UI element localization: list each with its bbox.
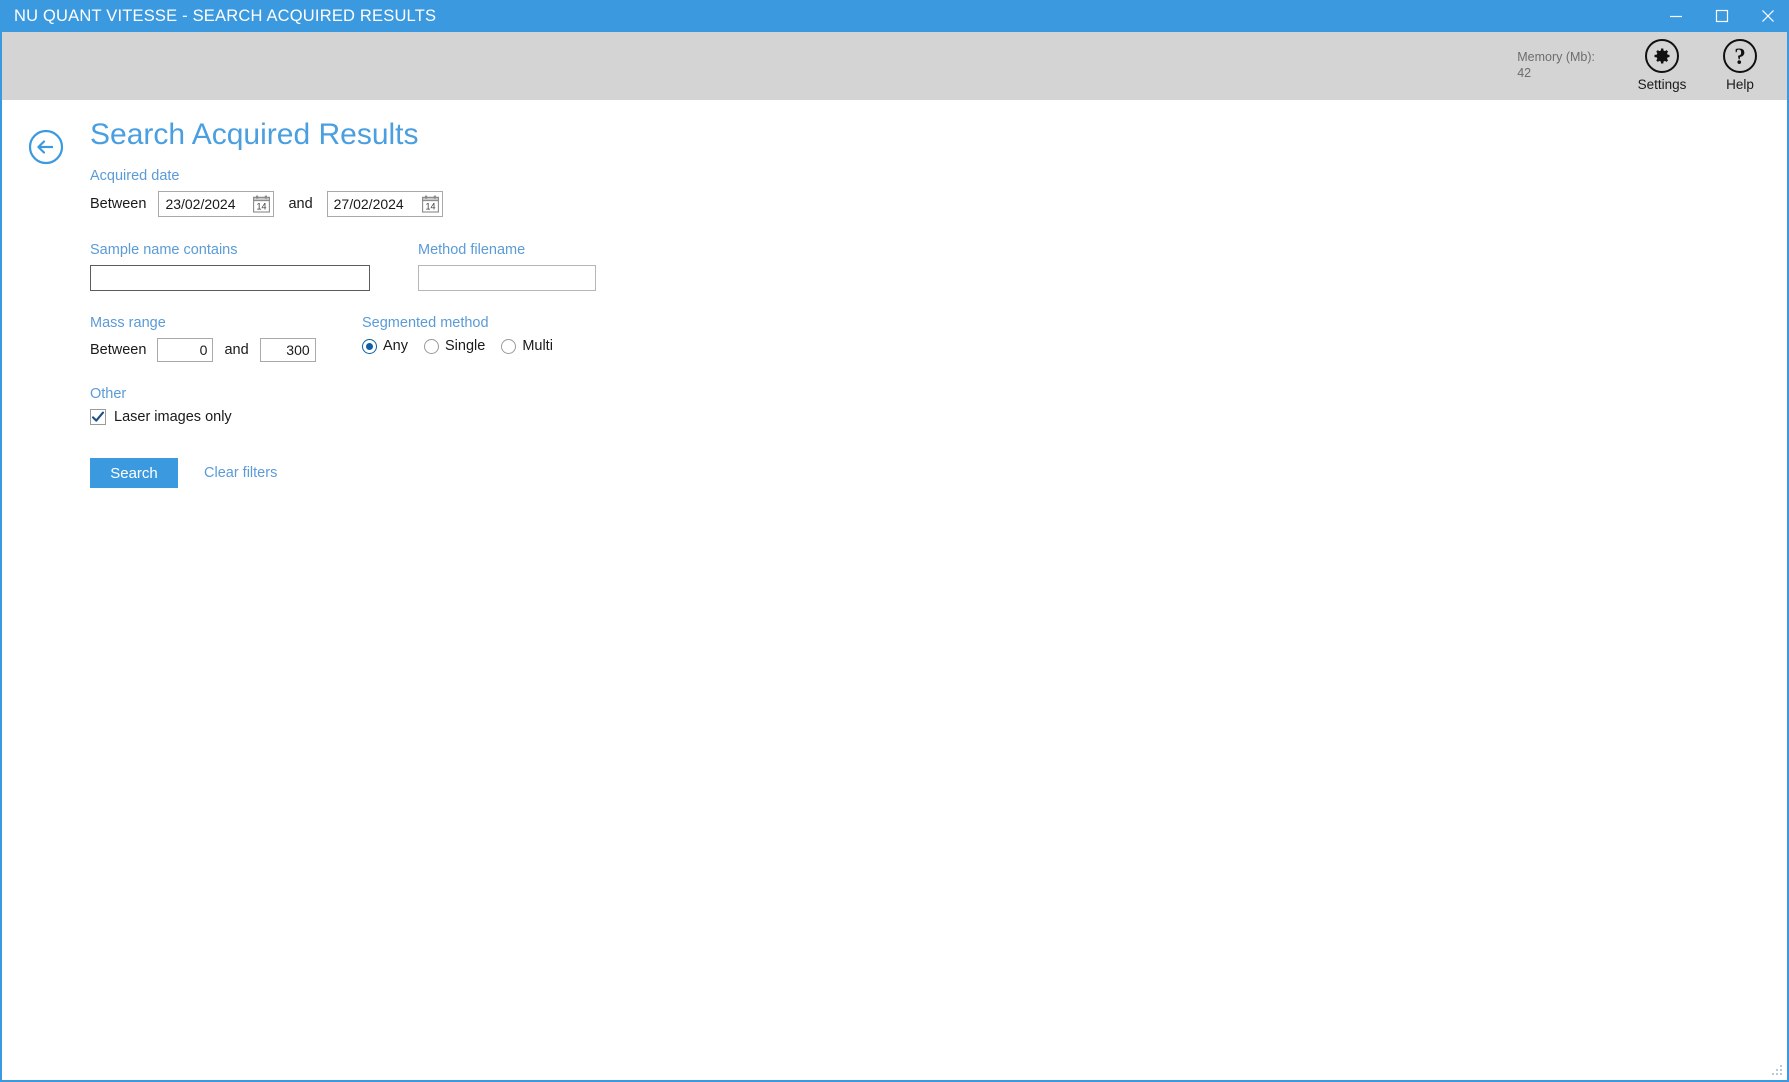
segmented-method-radio-group: Any Single Multi	[362, 338, 569, 354]
acquired-date-label: Acquired date	[90, 168, 180, 184]
top-toolbar: Memory (Mb): 42 Settings ? Help	[2, 32, 1787, 100]
segmented-method-option-label: Multi	[522, 338, 553, 354]
mass-range-min-input[interactable]	[157, 338, 214, 362]
close-icon	[1762, 10, 1774, 22]
other-label: Other	[90, 386, 127, 402]
name-filters-row: Sample name contains Method filename	[90, 242, 596, 291]
segmented-method-label: Segmented method	[362, 315, 489, 331]
help-button[interactable]: ? Help	[1701, 39, 1779, 92]
svg-text:14: 14	[257, 201, 267, 211]
check-icon	[91, 411, 105, 422]
laser-images-only-label: Laser images only	[114, 409, 232, 425]
application-window: NU QUANT VITESSE - SEARCH ACQUIRED RESUL…	[0, 0, 1789, 1082]
laser-images-only-row[interactable]: Laser images only	[90, 409, 596, 425]
radio-icon	[362, 338, 377, 354]
calendar-icon-glyph: 14	[421, 195, 439, 213]
form-actions: Search Clear filters	[90, 458, 596, 488]
maximize-button[interactable]	[1699, 0, 1745, 32]
calendar-icon-glyph: 14	[253, 195, 271, 213]
search-filters-form: Acquired date Between 23/02/2024 14 and …	[90, 168, 596, 488]
help-label: Help	[1726, 77, 1754, 92]
page-title: Search Acquired Results	[90, 118, 419, 151]
sample-name-group: Sample name contains	[90, 242, 418, 291]
segmented-method-group: Segmented method Any Single Multi	[362, 315, 569, 362]
resize-grip-icon[interactable]	[1768, 1061, 1784, 1077]
clear-filters-link[interactable]: Clear filters	[204, 465, 277, 481]
sample-name-input[interactable]	[90, 265, 370, 291]
method-filename-group: Method filename	[418, 242, 596, 291]
method-filename-label: Method filename	[418, 242, 526, 258]
settings-label: Settings	[1637, 77, 1687, 92]
acquired-date-to-field[interactable]: 27/02/2024 14	[326, 191, 443, 217]
acquired-date-from-value: 23/02/2024	[165, 196, 236, 212]
back-button[interactable]	[28, 129, 64, 165]
gear-icon	[1645, 39, 1679, 73]
svg-text:14: 14	[425, 201, 435, 211]
segmented-method-option-single[interactable]: Single	[424, 338, 485, 354]
segmented-method-option-label: Single	[445, 338, 486, 354]
mass-range-label: Mass range	[90, 315, 166, 331]
acquired-date-and-label: and	[288, 196, 313, 212]
mass-range-max-input[interactable]	[259, 338, 316, 362]
acquired-date-to-value: 27/02/2024	[333, 196, 404, 212]
question-mark-icon: ?	[1723, 39, 1757, 73]
method-filename-input[interactable]	[418, 265, 596, 291]
mass-range-between-label: Between	[90, 342, 147, 358]
segmented-method-option-any[interactable]: Any	[362, 338, 408, 354]
segmented-method-option-label: Any	[383, 338, 408, 354]
acquired-date-group: Acquired date Between 23/02/2024 14 and …	[90, 168, 596, 217]
acquired-date-row: Between 23/02/2024 14 and 27/02/2024 14	[90, 191, 596, 217]
mass-segment-row: Mass range Between and Segmented method …	[90, 315, 596, 362]
window-title: NU QUANT VITESSE - SEARCH ACQUIRED RESUL…	[14, 6, 437, 25]
minimize-icon	[1670, 15, 1682, 18]
calendar-icon[interactable]: 14	[253, 195, 271, 213]
gear-icon-glyph	[1654, 48, 1670, 64]
segmented-method-option-multi[interactable]: Multi	[501, 338, 553, 354]
search-button[interactable]: Search	[90, 458, 178, 488]
back-arrow-icon	[28, 129, 64, 165]
radio-icon	[501, 338, 517, 354]
memory-label: Memory (Mb):	[1517, 50, 1595, 64]
title-bar: NU QUANT VITESSE - SEARCH ACQUIRED RESUL…	[2, 0, 1789, 32]
sample-name-label: Sample name contains	[90, 242, 238, 258]
laser-images-only-checkbox[interactable]	[90, 409, 106, 425]
mass-range-group: Mass range Between and	[90, 315, 362, 362]
memory-indicator: Memory (Mb): 42	[1517, 49, 1595, 81]
acquired-date-from-field[interactable]: 23/02/2024 14	[158, 191, 275, 217]
maximize-icon	[1715, 9, 1729, 23]
radio-icon	[424, 338, 439, 354]
close-button[interactable]	[1745, 0, 1789, 32]
question-mark-glyph: ?	[1734, 43, 1746, 69]
memory-value: 42	[1517, 66, 1532, 80]
acquired-date-between-label: Between	[90, 196, 147, 212]
mass-range-row: Between and	[90, 338, 362, 362]
calendar-icon[interactable]: 14	[421, 195, 439, 213]
other-group: Other Laser images only	[90, 386, 596, 425]
mass-range-and-label: and	[224, 342, 249, 358]
minimize-button[interactable]	[1653, 0, 1699, 32]
settings-button[interactable]: Settings	[1623, 39, 1701, 92]
